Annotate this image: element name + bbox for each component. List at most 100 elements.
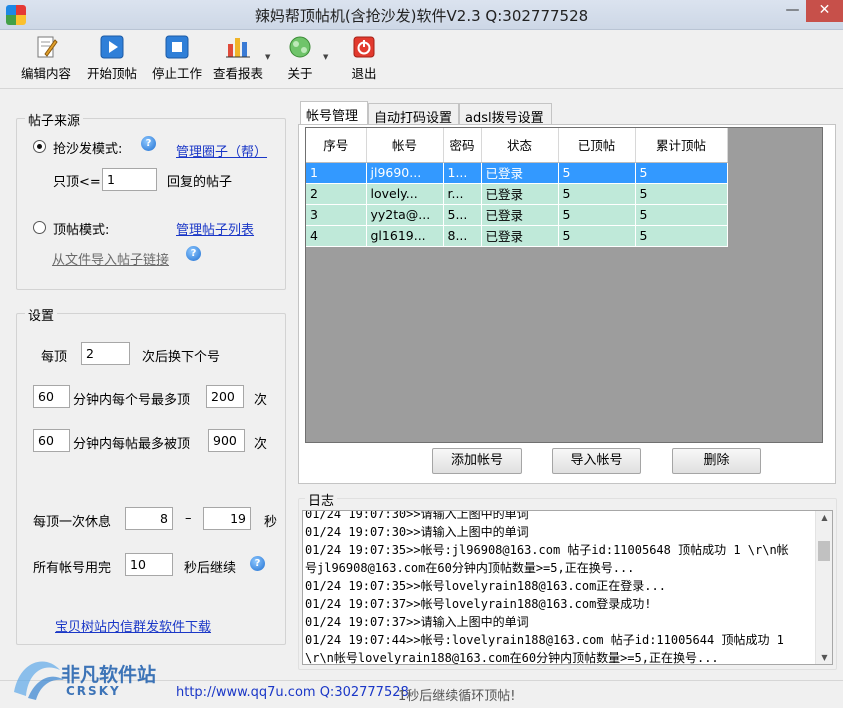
about-dropdown-arrow-icon[interactable]: ▼ <box>323 53 328 61</box>
grid-header-cell[interactable]: 帐号 <box>366 128 444 163</box>
table-cell: 已登录 <box>481 162 559 184</box>
account-times-label: 次 <box>254 393 268 408</box>
table-cell: jl9690... <box>366 162 444 184</box>
per-top-suffix: 次后换下个号 <box>142 350 221 365</box>
import-links-link[interactable]: 从文件导入帖子链接 <box>52 249 169 268</box>
log-lines: 01/24 19:07:30>>请输入上图中的单词 01/24 19:07:30>… <box>305 510 813 665</box>
table-cell: 已登录 <box>481 204 559 226</box>
minimize-button[interactable]: — <box>779 0 806 22</box>
table-cell: 8... <box>443 225 482 247</box>
post-times-label: 次 <box>254 437 268 452</box>
account-minutes-input[interactable]: 60 <box>33 385 70 408</box>
import-accounts-button[interactable]: 导入帐号 <box>552 448 641 474</box>
table-row[interactable]: 1 jl9690... 1... 已登录 5 5 <box>306 162 728 184</box>
grid-header-cell[interactable]: 累计顶帖 <box>635 128 728 163</box>
table-row[interactable]: 3 yy2ta@... 5... 已登录 5 5 <box>306 204 728 226</box>
log-line: 号jl96908@163.com在60分钟内顶帖数量>=5,正在换号... <box>305 561 635 575</box>
site-watermark-logo: 非凡软件站 CRSKY <box>6 648 166 704</box>
table-cell: 5 <box>635 183 728 205</box>
table-cell: 5 <box>635 225 728 247</box>
log-scrollbar[interactable]: ▲ ▼ <box>815 511 832 664</box>
table-cell: 2 <box>306 183 367 205</box>
view-report-button[interactable]: 查看报表 <box>210 34 266 86</box>
stop-label: 停止工作 <box>151 66 202 81</box>
close-button[interactable]: ✕ <box>806 0 843 22</box>
sofa-help-icon[interactable]: ? <box>141 136 156 151</box>
accounts-table: 序号 帐号 密码 状态 已顶帖 累计顶帖 1 jl9690... 1... 已登录 5 5 2 love… <box>306 128 728 247</box>
log-line: 01/24 19:07:44>>帐号:lovelyrain188@163.com… <box>305 633 784 647</box>
table-cell: 5 <box>635 204 728 226</box>
table-cell: 1 <box>306 162 367 184</box>
watermark-brand: 非凡软件站 <box>61 664 157 686</box>
play-icon <box>100 35 124 59</box>
import-help-icon[interactable]: ? <box>186 246 201 261</box>
sofa-mode-radio[interactable] <box>33 140 46 153</box>
post-minutes-input[interactable]: 60 <box>33 429 70 452</box>
table-cell: 5 <box>558 162 636 184</box>
table-cell: 5 <box>558 183 636 205</box>
tab-adsl[interactable]: adsl拨号设置 <box>459 103 552 126</box>
log-line: 01/24 19:07:37>>帐号lovelyrain188@163.com登… <box>305 597 652 611</box>
scroll-down-icon[interactable]: ▼ <box>816 653 832 662</box>
per-top-prefix: 每顶 <box>41 350 68 365</box>
start-button[interactable]: 开始顶帖 <box>82 34 142 86</box>
per-top-input[interactable]: 2 <box>81 342 130 365</box>
only-top-prefix: 只顶<= <box>53 175 101 190</box>
log-line: 01/24 19:07:30>>请输入上图中的单词 <box>305 510 529 521</box>
exit-label: 退出 <box>351 66 377 81</box>
log-line: \r\n帐号lovelyrain188@163.com在60分钟内顶帖数量>=5… <box>305 651 719 665</box>
power-icon <box>353 36 375 58</box>
post-max-input[interactable]: 900 <box>208 429 245 452</box>
report-dropdown-arrow-icon[interactable]: ▼ <box>265 53 270 61</box>
rest-dash: – <box>185 511 192 526</box>
edit-content-label: 编辑内容 <box>20 66 71 81</box>
add-account-button[interactable]: 添加帐号 <box>432 448 522 474</box>
table-cell: 3 <box>306 204 367 226</box>
top-mode-radio[interactable] <box>33 221 46 234</box>
log-textarea[interactable]: 01/24 19:07:30>>请输入上图中的单词 01/24 19:07:30>… <box>302 510 833 665</box>
edit-content-button[interactable]: 编辑内容 <box>16 34 76 86</box>
title-bar: 辣妈帮顶帖机(含抢沙发)软件V2.3 Q:302777528 — ✕ <box>0 0 843 30</box>
account-max-input[interactable]: 200 <box>206 385 244 408</box>
table-row[interactable]: 2 lovely... r... 已登录 5 5 <box>306 183 728 205</box>
toolbar: 编辑内容 开始顶帖 停止工作 查看报表 ▼ 关于 ▼ 退出 <box>0 31 843 89</box>
window-title: 辣妈帮顶帖机(含抢沙发)软件V2.3 Q:302777528 <box>254 7 589 25</box>
log-line: 01/24 19:07:35>>帐号:jl96908@163.com 帖子id:… <box>305 543 789 557</box>
table-cell: 5 <box>558 204 636 226</box>
bar-chart-icon <box>226 38 250 58</box>
manage-circle-link[interactable]: 管理圈子（帮） <box>176 141 267 160</box>
tab-captcha[interactable]: 自动打码设置 <box>368 103 459 126</box>
scroll-thumb[interactable] <box>818 541 830 561</box>
log-line: 01/24 19:07:37>>请输入上图中的单词 <box>305 615 529 629</box>
only-top-input[interactable]: 1 <box>102 168 157 191</box>
table-cell: 已登录 <box>481 183 559 205</box>
delete-account-button[interactable]: 删除 <box>672 448 761 474</box>
grid-header-cell[interactable]: 状态 <box>481 128 559 163</box>
accounts-grid[interactable]: 序号 帐号 密码 状态 已顶帖 累计顶帖 1 jl9690... 1... 已登录 5 5 2 love… <box>305 127 823 443</box>
table-row[interactable]: 4 gl1619... 8... 已登录 5 5 <box>306 225 728 247</box>
stop-button[interactable]: 停止工作 <box>147 34 207 86</box>
all-used-input[interactable]: 10 <box>125 553 173 576</box>
manage-posts-link[interactable]: 管理帖子列表 <box>176 219 254 238</box>
grid-header-cell[interactable]: 序号 <box>306 128 367 163</box>
download-link[interactable]: 宝贝树站内信群发软件下载 <box>55 616 211 635</box>
scroll-up-icon[interactable]: ▲ <box>816 513 832 522</box>
rest-min-input[interactable]: 8 <box>125 507 173 530</box>
exit-button[interactable]: 退出 <box>344 34 384 86</box>
table-cell: r... <box>443 183 482 205</box>
table-cell: 已登录 <box>481 225 559 247</box>
grid-header-cell[interactable]: 已顶帖 <box>558 128 636 163</box>
all-used-label: 所有帐号用完 <box>33 561 112 576</box>
globe-icon <box>289 36 311 58</box>
continue-help-icon[interactable]: ? <box>250 556 265 571</box>
tab-accounts[interactable]: 帐号管理 <box>300 101 368 125</box>
log-line: 01/24 19:07:30>>请输入上图中的单词 <box>305 525 529 539</box>
stop-icon <box>165 35 189 59</box>
about-button[interactable]: 关于 <box>280 34 320 86</box>
table-cell: 5 <box>635 162 728 184</box>
table-cell: 4 <box>306 225 367 247</box>
grid-header-row: 序号 帐号 密码 状态 已顶帖 累计顶帖 <box>306 128 728 163</box>
settings-legend: 设置 <box>25 305 58 324</box>
rest-max-input[interactable]: 19 <box>203 507 251 530</box>
grid-header-cell[interactable]: 密码 <box>443 128 482 163</box>
